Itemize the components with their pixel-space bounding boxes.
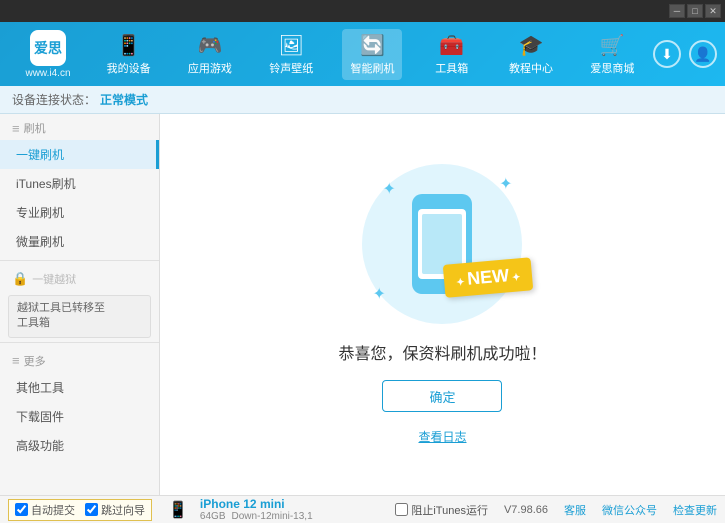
confirm-button[interactable]: 确定 [382,380,502,412]
check-update-link[interactable]: 检查更新 [673,502,717,518]
skip-wizard-checkbox[interactable]: 跳过向导 [85,502,145,518]
sidebar-jailbreak-note: 越狱工具已转移至工具箱 [8,295,151,338]
device-info: iPhone 12 mini 64GB Down-12mini-13,1 [200,497,313,522]
logo[interactable]: 爱思 www.i4.cn [8,30,88,79]
title-bar: ─ □ ✕ [0,0,725,22]
nav-apps-games[interactable]: 🎮 应用游戏 [180,29,240,80]
wallpaper-label: 铃声壁纸 [269,60,313,76]
device-phone-icon: 📱 [168,500,188,520]
phone-illustration: ✦ ✦ ✦ NEW [352,164,532,324]
sidebar-item-pro-flash[interactable]: 专业刷机 [0,198,159,227]
skip-wizard-label: 跳过向导 [101,502,145,518]
status-bar: 设备连接状态： 正常模式 [0,86,725,114]
main-layout: ≡ 刷机 一键刷机 iTunes刷机 专业刷机 微量刷机 🔒 一键越狱 越狱工具… [0,114,725,495]
sidebar-divider-1 [0,260,159,261]
device-name: iPhone 12 mini [200,497,313,511]
sparkle-top-left: ✦ [382,179,395,199]
auto-submit-checkbox[interactable]: 自动提交 [15,502,75,518]
lock-icon: 🔒 [12,271,28,287]
jailbreak-label: 一键越狱 [32,271,76,287]
sidebar-group-more: ≡ 更多 [0,347,159,373]
phone-circle: ✦ ✦ ✦ NEW [362,164,522,324]
nav-smart-flash[interactable]: 🔄 智能刷机 [342,29,402,80]
group-more-icon: ≡ [12,353,20,368]
device-section: 📱 iPhone 12 mini 64GB Down-12mini-13,1 [168,497,313,522]
nav-wallpaper[interactable]: 🖼 铃声壁纸 [261,29,321,80]
group-flash-label: 刷机 [24,120,46,136]
content-area: ✦ ✦ ✦ NEW 恭喜您，保资料刷机成功啦！ 确定 查看日志 [160,114,725,495]
apps-games-icon: 🎮 [197,33,222,58]
sparkle-top-right: ✦ [499,174,512,194]
store-icon: 🛒 [600,33,625,58]
smart-flash-icon: 🔄 [360,33,385,58]
maximize-button[interactable]: □ [687,4,703,18]
sidebar-item-advanced[interactable]: 高级功能 [0,431,159,460]
skip-wizard-input[interactable] [85,503,98,516]
auto-submit-input[interactable] [15,503,28,516]
device-details: 64GB Down-12mini-13,1 [200,511,313,522]
window-controls: ─ □ ✕ [669,4,721,18]
bottom-bar: 自动提交 跳过向导 📱 iPhone 12 mini 64GB Down-12m… [0,495,725,523]
my-device-label: 我的设备 [107,60,151,76]
minimize-button[interactable]: ─ [669,4,685,18]
logo-icon: 爱思 [30,30,66,66]
support-link[interactable]: 客服 [564,502,586,518]
logo-url: www.i4.cn [25,68,70,79]
stop-itunes-checkbox[interactable] [395,503,408,516]
nav-my-device[interactable]: 📱 我的设备 [99,29,159,80]
apps-games-label: 应用游戏 [188,60,232,76]
goto-daily-link[interactable]: 查看日志 [418,428,466,445]
sidebar-item-restore-flash[interactable]: 微量刷机 [0,227,159,256]
status-value: 正常模式 [100,91,148,108]
my-device-icon: 📱 [116,33,141,58]
bottom-right: 阻止iTunes运行 V7.98.66 客服 微信公众号 检查更新 [395,502,717,518]
nav-right: ⬇ 👤 [653,40,717,68]
sidebar: ≡ 刷机 一键刷机 iTunes刷机 专业刷机 微量刷机 🔒 一键越狱 越狱工具… [0,114,160,495]
tutorial-label: 教程中心 [509,60,553,76]
nav-items: 📱 我的设备 🎮 应用游戏 🖼 铃声壁纸 🔄 智能刷机 🧰 工具箱 🎓 教程中心… [88,29,653,80]
new-badge: NEW [443,257,534,298]
sidebar-item-one-click-flash[interactable]: 一键刷机 [0,140,159,169]
toolbox-icon: 🧰 [439,33,464,58]
nav-tutorial[interactable]: 🎓 教程中心 [501,29,561,80]
wechat-link[interactable]: 微信公众号 [602,502,657,518]
sidebar-divider-2 [0,342,159,343]
nav-store[interactable]: 🛒 爱思商城 [582,29,642,80]
group-flash-icon: ≡ [12,121,20,136]
store-label: 爱思商城 [590,60,634,76]
success-area: ✦ ✦ ✦ NEW 恭喜您，保资料刷机成功啦！ 确定 查看日志 [338,164,546,445]
status-label: 设备连接状态： [12,91,96,108]
close-button[interactable]: ✕ [705,4,721,18]
sidebar-item-itunes-flash[interactable]: iTunes刷机 [0,169,159,198]
stop-itunes: 阻止iTunes运行 [395,502,488,518]
sidebar-item-download-firmware[interactable]: 下载固件 [0,402,159,431]
toolbox-label: 工具箱 [435,60,468,76]
download-button[interactable]: ⬇ [653,40,681,68]
group-more-label: 更多 [24,353,46,369]
smart-flash-label: 智能刷机 [350,60,394,76]
checkbox-wrapper: 自动提交 跳过向导 [8,499,152,521]
sparkle-bottom-left: ✦ [372,284,385,304]
nav-toolbox[interactable]: 🧰 工具箱 [424,29,480,80]
header: 爱思 www.i4.cn 📱 我的设备 🎮 应用游戏 🖼 铃声壁纸 🔄 智能刷机… [0,22,725,86]
auto-submit-label: 自动提交 [31,502,75,518]
success-title: 恭喜您，保资料刷机成功啦！ [338,340,546,364]
user-button[interactable]: 👤 [689,40,717,68]
wallpaper-icon: 🖼 [279,33,304,58]
tutorial-icon: 🎓 [519,33,544,58]
sidebar-group-flash: ≡ 刷机 [0,114,159,140]
device-firmware: Down-12mini-13,1 [232,511,313,522]
device-storage: 64GB [200,511,226,522]
version-text: V7.98.66 [504,504,548,516]
stop-itunes-label: 阻止iTunes运行 [411,502,488,518]
sidebar-item-other-tools[interactable]: 其他工具 [0,373,159,402]
sidebar-group-jailbreak: 🔒 一键越狱 [0,265,159,291]
